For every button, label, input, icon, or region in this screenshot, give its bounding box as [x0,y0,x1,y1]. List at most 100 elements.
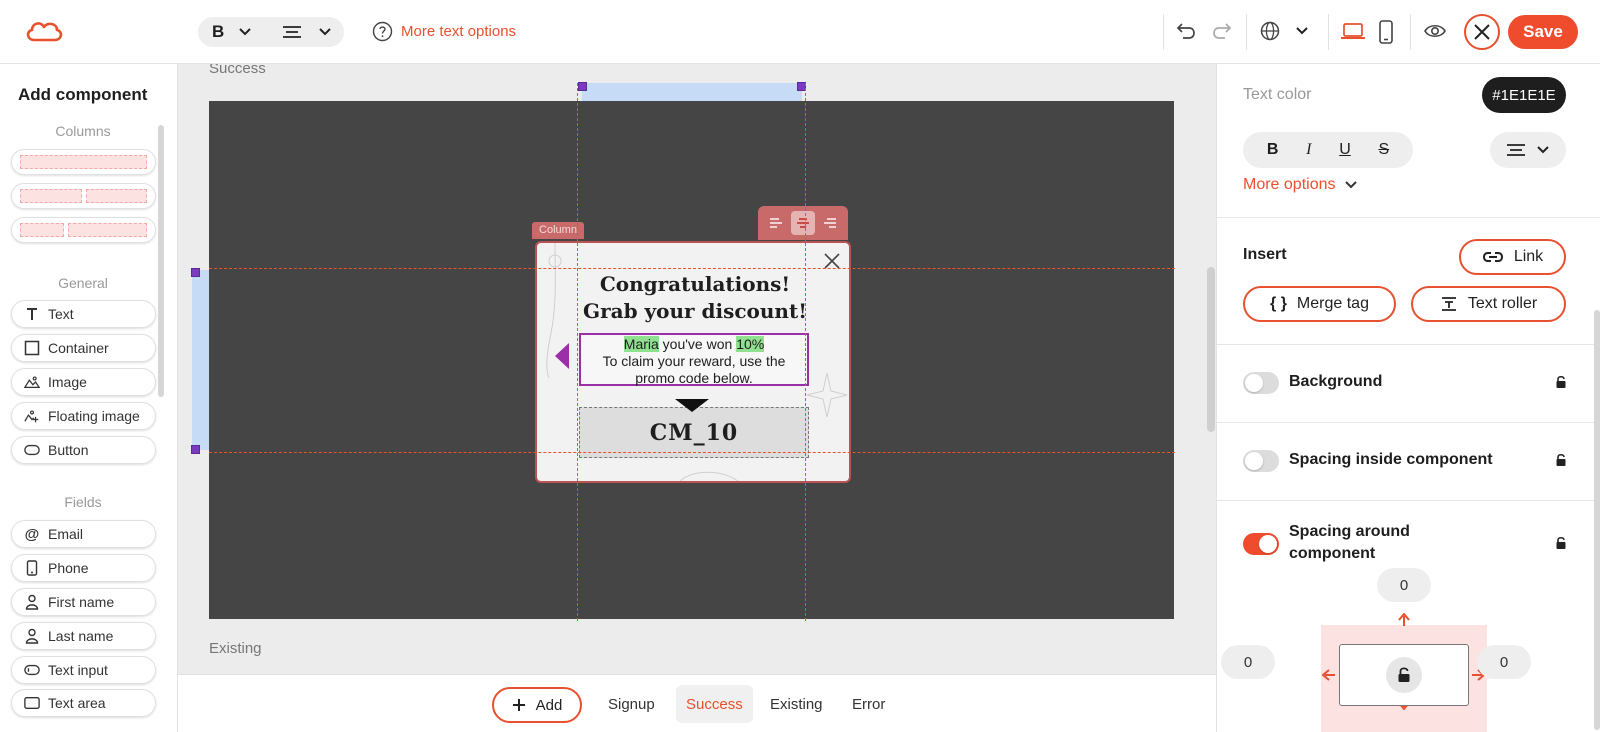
insert-text-roller-button[interactable]: Text roller [1411,286,1566,322]
popup-body-text[interactable]: Maria you've won 10% To claim your rewar… [579,333,809,386]
text-color-picker[interactable]: #1E1E1E [1482,77,1566,113]
left-panel-scrollbar[interactable] [158,125,164,397]
spacing-lock-button[interactable] [1386,657,1422,693]
field-text-input[interactable]: Text input [11,656,156,684]
spacing-inside-toggle[interactable] [1243,450,1279,472]
canvas-scrollbar[interactable] [1207,267,1215,432]
arrow-up-icon[interactable] [1397,613,1411,627]
align-left-icon [769,218,782,228]
chevron-down-icon[interactable] [1295,24,1309,38]
strikethrough-toggle[interactable]: S [1378,141,1389,159]
spacing-around-toggle[interactable] [1243,533,1279,555]
component-label: Image [48,374,87,390]
right-panel-scrollbar[interactable] [1594,310,1600,730]
person-icon [24,628,40,644]
one-column-layout[interactable] [11,149,156,175]
floating-image-icon [24,408,40,424]
chevron-down-icon[interactable] [238,25,252,39]
braces-icon: { } [1270,295,1287,312]
text-roller-label: Text roller [1467,295,1538,312]
three-column-layout[interactable] [11,217,156,243]
field-last-name[interactable]: Last name [11,622,156,650]
columns-section-label: Columns [55,123,111,139]
close-editor-button[interactable] [1464,14,1500,50]
merge-tag-label: Merge tag [1296,295,1369,312]
divider [1217,422,1600,423]
globe-icon[interactable] [1259,20,1281,42]
more-text-options-label: More text options [401,23,517,40]
guide-line [577,83,578,621]
tab-signup[interactable]: Signup [598,685,665,723]
bold-button[interactable]: B [212,22,224,42]
spacing-top-input[interactable]: 0 [1377,568,1431,602]
redo-icon[interactable] [1211,20,1233,42]
won-text: you've won [658,336,737,352]
popup-card[interactable]: Congratulations! Grab your discount! Mar… [535,241,851,483]
promo-code-box[interactable]: CM_10 [579,407,809,458]
underline-toggle[interactable]: U [1339,141,1351,159]
component-floating-image[interactable]: Floating image [11,402,156,430]
resize-handle[interactable] [578,82,587,91]
lock-icon[interactable] [1555,452,1567,468]
person-icon [24,594,40,610]
desktop-view-icon[interactable] [1340,20,1366,42]
link-icon [1482,252,1503,262]
spacing-left-input[interactable]: 0 [1221,645,1275,679]
drop-indicator-arrow [675,399,709,412]
insert-merge-tag-button[interactable]: { } Merge tag [1243,286,1396,322]
text-align-dropdown[interactable] [1490,132,1566,168]
bold-toggle[interactable]: B [1267,141,1279,159]
field-phone[interactable]: Phone [11,554,156,582]
unlock-icon [1398,667,1410,682]
popup-close-icon[interactable] [824,253,840,269]
save-button[interactable]: Save [1508,15,1578,49]
arrow-left-icon[interactable] [1322,668,1336,682]
align-center-icon[interactable] [282,25,302,39]
align-center-button[interactable] [790,211,815,235]
lock-icon[interactable] [1555,535,1567,551]
mobile-view-icon[interactable] [1378,20,1394,44]
component-text[interactable]: Text [11,300,156,328]
more-options-link[interactable]: More options [1243,176,1358,194]
at-icon: @ [24,525,40,543]
italic-toggle[interactable]: I [1306,141,1311,159]
popup-heading[interactable]: Congratulations! Grab your discount! [537,271,849,325]
button-icon [24,442,40,458]
align-left-button[interactable] [764,211,788,235]
component-button[interactable]: Button [11,436,156,464]
align-right-button[interactable] [818,211,842,235]
component-container[interactable]: Container [11,334,156,362]
tab-error[interactable]: Error [842,685,895,723]
field-text-area[interactable]: Text area [11,689,156,717]
spacing-around-label: Spacing around component [1289,523,1410,562]
undo-icon[interactable] [1175,20,1197,42]
claim-text: To claim your reward, use the promo code… [602,353,786,386]
preview-eye-icon[interactable] [1423,20,1447,42]
field-email[interactable]: @ Email [11,520,156,548]
spacing-right-input[interactable]: 0 [1477,645,1531,679]
divider [1246,14,1247,50]
resize-handle[interactable] [191,445,200,454]
column-align-toolbar [758,206,848,240]
field-first-name[interactable]: First name [11,588,156,616]
tab-existing[interactable]: Existing [760,685,833,723]
component-image[interactable]: Image [11,368,156,396]
text-icon [24,306,40,322]
more-text-options-link[interactable]: More text options [372,21,516,42]
resize-handle[interactable] [191,268,200,277]
guide-line [805,83,806,621]
link-label: Link [1513,248,1544,265]
panel-title: Add component [18,85,148,104]
two-column-layout[interactable] [11,183,156,209]
background-toggle[interactable] [1243,372,1279,394]
lock-icon[interactable] [1555,374,1567,390]
insert-link-button[interactable]: Link [1459,239,1566,275]
success-step-label: Success [209,64,266,77]
step-tabs-bar: Add Signup Success Existing Error [178,674,1216,732]
chevron-down-icon[interactable] [318,25,332,39]
tab-success[interactable]: Success [676,685,753,723]
add-step-button[interactable]: Add [492,687,582,723]
plus-icon [512,699,525,711]
guide-line [209,452,1175,453]
component-label: Floating image [48,408,140,424]
